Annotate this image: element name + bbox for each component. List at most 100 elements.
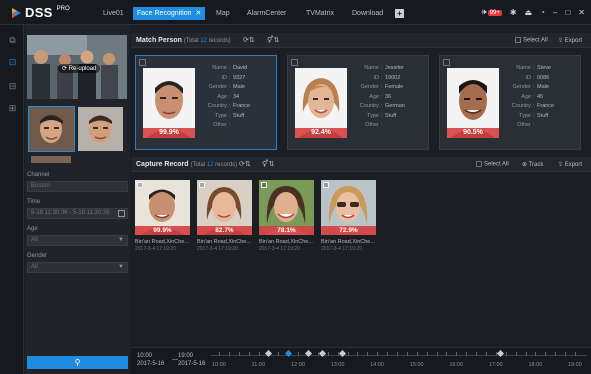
match-card[interactable]: 90.5% Name : Steve ID :0086 Gender : Male …	[439, 55, 581, 150]
match-person-header: Match Person (Total 12 records) ⟳⇅ ⚥⇅ Se…	[131, 33, 591, 48]
reupload-button[interactable]: ⟳ Re-upload	[58, 64, 101, 73]
card-checkbox[interactable]	[443, 59, 450, 66]
capture-image: 82.7%	[197, 180, 252, 235]
info-row: Type : Stuff	[198, 112, 276, 122]
capture-total-count: 12	[206, 162, 214, 168]
gear-icon[interactable]: ✱	[510, 8, 517, 17]
card-checkbox[interactable]	[323, 182, 329, 188]
sort-by-similarity-button[interactable]: ⟳⇅	[243, 36, 255, 44]
match-card[interactable]: 99.9% Name : David ID :9327 Gender : Male …	[135, 55, 277, 150]
similarity-score: 99.9%	[143, 128, 195, 138]
search-panel: ⟳ Re-upload Channel Boston Time 5-18 11:…	[25, 25, 130, 374]
minimize-icon[interactable]: –	[553, 8, 557, 17]
side-icon-bar: ⧉ ⊡ ⊟ ⊞	[0, 25, 24, 374]
time-range-field[interactable]: 5-18 11:30:36 - 5-18 11:30:36	[27, 208, 128, 219]
capture-address: Bin'an Road,XinChe...	[321, 239, 375, 245]
dashboard-icon[interactable]: ◔	[540, 8, 545, 17]
card-checkbox[interactable]	[199, 182, 205, 188]
face-thumbnail[interactable]	[28, 106, 75, 152]
channel-field[interactable]: Boston	[27, 181, 128, 192]
sort-by-similarity-button[interactable]: ⟳⇅	[239, 160, 251, 168]
card-checkbox[interactable]	[139, 59, 146, 66]
match-export-button[interactable]: ⇪ Export	[558, 37, 582, 44]
match-select-all[interactable]: Select All	[515, 37, 548, 44]
info-value: German	[385, 103, 405, 109]
capture-card[interactable]: 72.9% Bin'an Road,XinChe... 2017-3-4 17:…	[321, 180, 376, 252]
capture-export-button[interactable]: ⇪ Export	[558, 161, 582, 168]
timeline-tick	[426, 352, 428, 356]
vehicle-icon[interactable]: ⊟	[7, 81, 18, 92]
card-checkbox[interactable]	[261, 182, 267, 188]
capture-select-all[interactable]: Select All	[476, 161, 509, 168]
sort-by-gender-button[interactable]: ⚥⇅	[262, 160, 274, 168]
similarity-score: 90.5%	[447, 128, 499, 138]
tab-alarm-center[interactable]: AlarmCenter	[247, 8, 286, 20]
user-icon[interactable]: ⏏	[525, 8, 533, 17]
sort-by-gender-button[interactable]: ⚥⇅	[267, 36, 279, 44]
query-photo[interactable]: ⟳ Re-upload	[27, 35, 127, 99]
gender-select[interactable]: All ▼	[27, 262, 128, 273]
timeline-tick	[248, 352, 250, 356]
tab-live01[interactable]: Live01	[103, 8, 124, 20]
calendar-icon[interactable]	[118, 210, 125, 217]
info-label: Age :	[369, 93, 382, 100]
person-info: Name : Steve ID :0086 Gender : Male Age :4…	[502, 64, 580, 131]
report-icon[interactable]: ⊞	[7, 103, 18, 114]
info-label: Type :	[215, 112, 230, 119]
timeline-start[interactable]: 10:00 2017-5-16	[137, 352, 164, 368]
info-label: ID :	[221, 74, 230, 81]
track-icon: ⊕	[522, 162, 529, 168]
match-total-suffix: records)	[208, 38, 231, 44]
capture-total: (Total 12 records)	[190, 162, 237, 168]
maximize-icon[interactable]: □	[565, 8, 570, 17]
capture-card[interactable]: 82.7% Bin'an Road,XinChe... 2017-3-4 17:…	[197, 180, 252, 252]
add-tab-icon[interactable]: +	[395, 9, 404, 18]
card-checkbox[interactable]	[137, 182, 143, 188]
match-portrait: 92.4%	[295, 68, 347, 138]
card-checkbox[interactable]	[291, 59, 298, 66]
info-row: Age :34	[198, 93, 276, 103]
search-icon: ⚲	[74, 358, 81, 367]
face-compare-icon[interactable]: ⧉	[7, 35, 18, 46]
timeline-tick	[436, 352, 438, 356]
face-thumbnail[interactable]	[78, 107, 123, 151]
age-select[interactable]: All ▼	[27, 235, 128, 246]
info-value: 34	[233, 93, 240, 100]
info-value: Steve	[537, 65, 552, 71]
info-value: Stuff	[233, 112, 245, 119]
capture-card[interactable]: 99.9% Bin'an Road,XinChe... 2017-3-4 17:…	[135, 180, 190, 252]
tab-download[interactable]: Download	[352, 8, 383, 20]
gender-label: Gender	[27, 253, 48, 259]
info-value: Jessifer	[385, 65, 404, 71]
info-row: Gender : Male	[502, 83, 580, 93]
tab-map[interactable]: Map	[216, 8, 230, 20]
timeline-tick	[377, 352, 379, 356]
capture-total-prefix: (Total	[190, 162, 206, 168]
capture-select-all-label: Select All	[484, 161, 509, 168]
search-button[interactable]: ⚲	[27, 356, 128, 369]
similarity-score: 72.9%	[321, 226, 376, 235]
capture-card[interactable]: 78.1% Bin'an Road,XinChe... 2017-3-4 17:…	[259, 180, 314, 252]
results-area: Match Person (Total 12 records) ⟳⇅ ⚥⇅ Se…	[131, 25, 591, 374]
alarm-badge: 99+	[487, 10, 502, 16]
track-button[interactable]: ⊕ Track	[522, 161, 543, 168]
info-value: 36	[385, 93, 392, 100]
tab-tv-matrix[interactable]: TVMatrix	[306, 8, 334, 20]
top-bar: DSS PRO Live01 Face Recognition ✕ Map Ala…	[0, 0, 591, 25]
alarm-button[interactable]: 🕪 99+	[482, 7, 502, 18]
tab-face-recognition[interactable]: Face Recognition ✕	[133, 7, 206, 20]
close-icon[interactable]: ✕	[578, 8, 585, 17]
capture-title-text: Capture Record	[136, 161, 189, 168]
match-title-text: Match Person	[136, 37, 182, 44]
face-thumbnail-partial[interactable]	[31, 156, 71, 163]
info-row: Name : David	[198, 64, 276, 74]
capture-time: 2017-3-4 17:19:20	[259, 246, 300, 252]
timeline-end[interactable]: 19:00 2017-5-16	[178, 352, 205, 368]
channel-label: Channel	[27, 172, 50, 178]
match-card[interactable]: 92.4% Name : Jessifer ID :19002 Gender :F…	[287, 55, 429, 150]
timeline-tick	[357, 352, 359, 356]
timeline-tick	[456, 352, 458, 356]
face-search-icon[interactable]: ⊡	[7, 57, 18, 68]
close-tab-icon[interactable]: ✕	[195, 10, 201, 17]
timeline-bar[interactable]: 10:00 2017-5-16 — 19:00 2017-5-16 10:00 11:…	[131, 347, 591, 374]
